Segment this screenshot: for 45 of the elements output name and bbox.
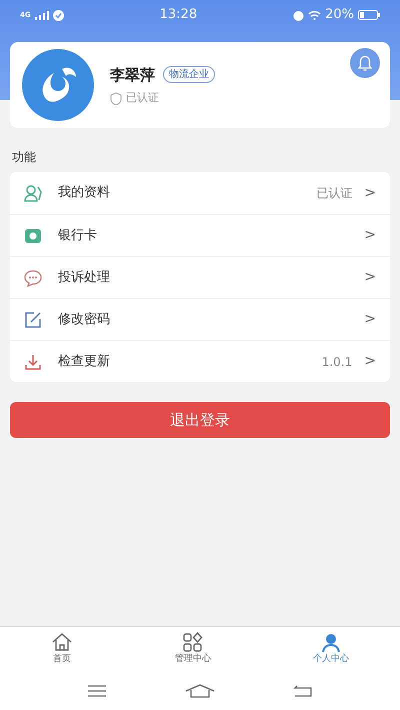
menu-icon[interactable]: [86, 684, 107, 698]
battery-percentage: 20%: [325, 6, 354, 24]
chat-bubble-icon: [24, 268, 42, 286]
chevron-icon: >: [364, 225, 376, 246]
tab[interactable]: 管理中心: [124, 627, 262, 672]
check-icon: [52, 10, 64, 20]
menu-label: 修改密码: [58, 310, 111, 329]
chevron-icon: >: [364, 309, 376, 330]
tab[interactable]: 首页: [0, 627, 124, 672]
home-icon[interactable]: [184, 684, 216, 698]
home-icon: [51, 632, 73, 654]
wifi-icon: [308, 10, 322, 20]
menu-label: 我的资料: [58, 184, 111, 202]
bell-icon[interactable]: [350, 48, 380, 78]
chevron-icon: >: [364, 267, 376, 288]
verified-status: 已认证: [126, 90, 159, 106]
edit-icon: [24, 310, 42, 328]
back-icon[interactable]: [293, 684, 314, 698]
download-icon: [24, 352, 42, 370]
user-icon: [320, 632, 342, 654]
menu-item[interactable]: 检查更新 1.0.1 >: [10, 340, 390, 382]
menu-label: 银行卡: [58, 226, 98, 245]
menu-item[interactable]: 银行卡 >: [10, 214, 390, 256]
person-icon: [24, 184, 42, 202]
menu-item[interactable]: 修改密码 >: [10, 298, 390, 340]
shield-icon: [110, 92, 122, 105]
company-type-tag: 物流企业: [163, 66, 215, 84]
menu-label: 投诉处理: [58, 268, 111, 287]
section-title: 功能: [12, 150, 36, 164]
tab[interactable]: 个人中心: [262, 627, 400, 672]
battery-icon: [358, 10, 380, 20]
chevron-icon: >: [364, 182, 376, 204]
menu-item[interactable]: 投诉处理 >: [10, 256, 390, 298]
wallet-icon: [24, 226, 42, 244]
chevron-icon: >: [364, 351, 376, 372]
clock-time: 13:28: [160, 6, 198, 24]
user-name: 李翠萍: [110, 64, 155, 86]
menu-value: 已认证: [316, 185, 352, 202]
signal-icon: [34, 10, 49, 20]
flame-logo-icon: [22, 49, 94, 121]
logout-button[interactable]: 退出登录: [10, 402, 390, 438]
menu-label: 检查更新: [58, 352, 111, 371]
grid-icon: [182, 632, 204, 654]
menu-item[interactable]: 我的资料 已认证 >: [10, 172, 390, 214]
menu-value: 1.0.1: [322, 354, 352, 370]
